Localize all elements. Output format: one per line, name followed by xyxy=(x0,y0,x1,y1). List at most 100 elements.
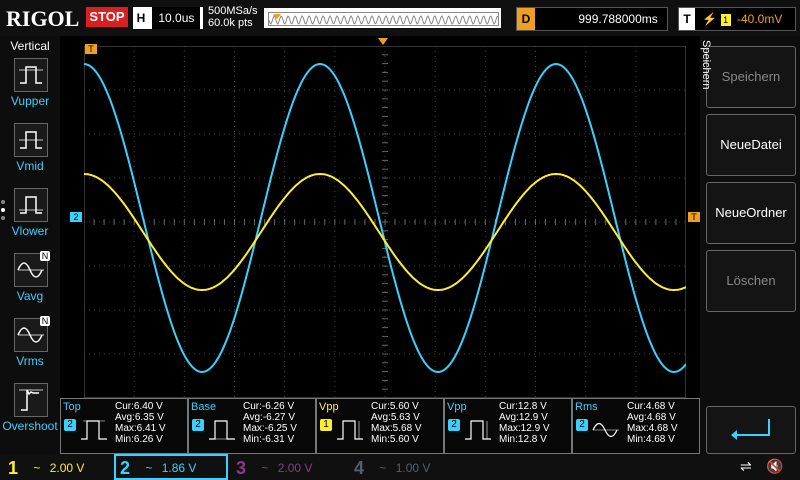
menu-title: Speichern xyxy=(700,40,712,90)
value-cur: Cur:12.8 V xyxy=(499,401,547,412)
value-max: Max:4.68 V xyxy=(627,423,678,434)
measurement-values: Cur:5.60 V Avg:5.63 V Max:5.68 V Min:5.6… xyxy=(371,401,422,445)
trigger-edge-icon: ⚡ xyxy=(702,12,718,26)
menu-item-vavg[interactable]: N Vavg xyxy=(0,251,60,311)
delay-display[interactable]: D 999.788000ms xyxy=(516,7,668,31)
value-min: Min:5.60 V xyxy=(371,434,419,445)
measurement-channel: 2 xyxy=(64,419,76,431)
enter-button[interactable] xyxy=(706,406,796,454)
channel-scale: 2.00 V xyxy=(277,460,313,475)
menu-item-label: Vlower xyxy=(11,224,49,238)
menu-item-vmid[interactable]: Vmid xyxy=(0,121,60,181)
measurement-name: Base xyxy=(191,401,217,413)
value-cur: Cur:5.60 V xyxy=(371,401,419,412)
ac-coupling-icon: ~ xyxy=(33,460,41,475)
memory-window-indicator xyxy=(264,8,501,28)
channel-scale: 2.00 V xyxy=(49,460,85,475)
neue-datei-button[interactable]: NeueDatei xyxy=(706,114,796,176)
menu-item-overshoot[interactable]: Overshoot xyxy=(0,381,60,441)
value-avg: Avg:12.9 V xyxy=(499,412,548,423)
measurement-top[interactable]: Top 2 Cur:6.40 V Avg:6.35 V Max:6.41 V M… xyxy=(60,398,188,454)
channel-3-status[interactable]: 3 ~ 2.00 V xyxy=(232,456,338,478)
channel-scale: 1.00 V xyxy=(395,460,431,475)
measurement-values: Cur:-6.26 V Avg:-6.27 V Max:-6.25 V Min:… xyxy=(243,401,297,445)
run-stop-indicator[interactable]: STOP xyxy=(86,7,128,27)
measurement-base[interactable]: Base 2 Cur:-6.26 V Avg:-6.27 V Max:-6.25… xyxy=(188,398,316,454)
measurement-vpp-ch1[interactable]: Vpp 1 Cur:5.60 V Avg:5.63 V Max:5.68 V M… xyxy=(316,398,444,454)
measurement-channel: 1 xyxy=(320,419,332,431)
base-icon xyxy=(209,420,235,440)
measurement-rms[interactable]: Rms 2 Cur:4.68 V Avg:4.68 V Max:4.68 V M… xyxy=(572,398,700,454)
overshoot-icon xyxy=(14,383,48,417)
top-icon xyxy=(81,420,107,440)
menu-page-dots xyxy=(1,200,5,220)
measurement-bar: Top 2 Cur:6.40 V Avg:6.35 V Max:6.41 V M… xyxy=(60,398,700,454)
value-max: Max:6.41 V xyxy=(115,423,166,434)
value-avg: Avg:4.68 V xyxy=(627,412,676,423)
timebase-value: 10.0us xyxy=(152,7,201,29)
value-min: Min:-6.31 V xyxy=(243,434,295,445)
vlower-icon xyxy=(14,188,48,222)
channel-number: 1 xyxy=(7,457,18,478)
measurement-name: Vpp xyxy=(447,401,467,413)
ch2-waveform xyxy=(84,62,686,374)
channel-status-bar: 1 ~ 2.00 V 2 ~ 1.86 V 3 ~ 2.00 V 4 ~ 1.0… xyxy=(0,454,800,480)
channel-scale: 1.86 V xyxy=(161,460,197,475)
loeschen-button[interactable]: Löschen xyxy=(706,250,796,312)
value-avg: Avg:6.35 V xyxy=(115,412,164,423)
enter-arrow-icon xyxy=(731,419,770,440)
vavg-icon: N xyxy=(14,251,50,287)
acquisition-info: 500MSa/s 60.0k pts xyxy=(208,5,258,29)
measurement-name: Vpp xyxy=(319,401,339,413)
vupper-icon xyxy=(14,58,48,92)
value-avg: Avg:-6.27 V xyxy=(243,412,296,423)
horizontal-key: H xyxy=(133,7,149,29)
usb-icon: ⇌ xyxy=(740,458,752,474)
rms-icon xyxy=(592,422,619,438)
value-min: Min:12.8 V xyxy=(499,434,547,445)
channel-4-status[interactable]: 4 ~ 1.00 V xyxy=(350,456,456,478)
measurement-values: Cur:12.8 V Avg:12.9 V Max:12.9 V Min:12.… xyxy=(499,401,550,445)
menu-item-vlower[interactable]: Vlower xyxy=(0,186,60,246)
channel-2-status[interactable]: 2 ~ 1.86 V xyxy=(114,454,228,480)
timebase-display[interactable]: H 10.0us xyxy=(133,7,203,29)
vpp-icon xyxy=(337,420,363,440)
value-max: Max:12.9 V xyxy=(499,423,550,434)
vmid-icon xyxy=(14,123,48,157)
value-min: Min:6.26 V xyxy=(115,434,163,445)
menu-item-vrms[interactable]: N Vrms xyxy=(0,316,60,376)
sample-rate: 500MSa/s xyxy=(208,5,258,17)
trigger-display[interactable]: T ⚡ 1 -40.0mV xyxy=(678,7,796,31)
top-status-bar: RIGOL STOP H 10.0us 500MSa/s 60.0k pts D… xyxy=(0,0,800,36)
memory-depth: 60.0k pts xyxy=(208,17,253,29)
value-cur: Cur:6.40 V xyxy=(115,401,163,412)
menu-item-vupper[interactable]: Vupper xyxy=(0,56,60,116)
memory-preview-icon xyxy=(268,14,499,25)
menu-item-label: Vmid xyxy=(16,159,44,173)
speaker-muted-icon[interactable]: 🔇 xyxy=(766,458,783,475)
trigger-level: -40.0mV xyxy=(736,12,783,26)
menu-item-label: Overshoot xyxy=(2,419,58,433)
measurement-name: Rms xyxy=(575,401,598,413)
channel-1-status[interactable]: 1 ~ 2.00 V xyxy=(4,456,110,478)
speichern-button[interactable]: Speichern xyxy=(706,46,796,108)
value-cur: Cur:4.68 V xyxy=(627,401,675,412)
neue-ordner-button[interactable]: NeueOrdner xyxy=(706,182,796,244)
memory-window-trace xyxy=(268,12,499,26)
save-menu: Speichern NeueDatei NeueOrdner Löschen xyxy=(700,36,800,454)
vrms-icon: N xyxy=(14,316,50,352)
graticule xyxy=(84,46,686,398)
ch1-trigger-position-marker: T xyxy=(85,44,97,54)
value-avg: Avg:5.63 V xyxy=(371,412,420,423)
badge: N xyxy=(40,316,50,326)
menu-item-label: Vavg xyxy=(16,289,44,303)
waveform-display[interactable] xyxy=(84,46,686,398)
value-max: Max:-6.25 V xyxy=(243,423,297,434)
channel-number: 3 xyxy=(235,457,246,478)
menu-item-label: Vupper xyxy=(10,94,50,108)
measurement-channel: 2 xyxy=(192,419,204,431)
measurement-values: Cur:4.68 V Avg:4.68 V Max:4.68 V Min:4.6… xyxy=(627,401,678,445)
measurement-vpp-ch2[interactable]: Vpp 2 Cur:12.8 V Avg:12.9 V Max:12.9 V M… xyxy=(444,398,572,454)
vertical-measure-menu: Vertical Vupper Vmid Vlower N Vavg N Vrm… xyxy=(0,36,60,454)
value-min: Min:4.68 V xyxy=(627,434,675,445)
